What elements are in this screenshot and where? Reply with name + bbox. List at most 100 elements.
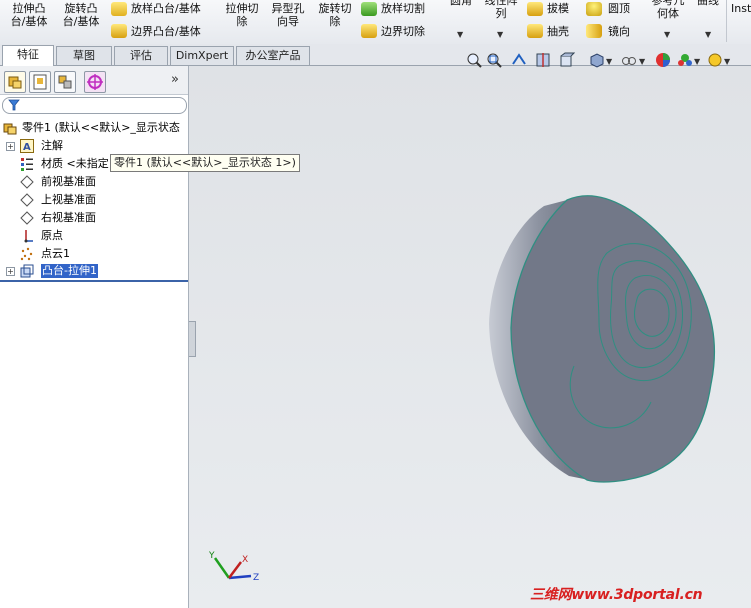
zoom-to-area-icon[interactable]	[486, 52, 502, 68]
panel-tab-bar: »	[0, 66, 188, 95]
tab-dimxpert[interactable]: DimXpert	[170, 46, 234, 65]
expand-boss-extrude-icon[interactable]: +	[6, 267, 15, 276]
fillet-dropdown-icon[interactable]: ▼	[457, 30, 463, 39]
curves-dropdown-icon[interactable]: ▼	[705, 30, 711, 39]
tree-item-boss-extrude[interactable]: + 凸台-拉伸1	[0, 262, 188, 282]
revolve-boss-button[interactable]: 旋转凸 台/基体	[57, 2, 105, 28]
fillet-button[interactable]: 圆角	[446, 0, 476, 7]
view-settings-icon[interactable]	[707, 52, 723, 68]
dimxpert-icon	[87, 74, 103, 90]
boundary-cut-button[interactable]: 边界切除	[381, 25, 425, 38]
loft-cut-icon	[361, 2, 377, 16]
boundary-boss-icon	[111, 24, 127, 38]
extrude-boss-label: 拉伸凸 台/基体	[10, 2, 48, 28]
mirror-label: 镜向	[608, 25, 630, 38]
hole-wizard-button[interactable]: 异型孔 向导	[268, 2, 308, 28]
draft-label: 拔模	[547, 2, 569, 15]
plane-icon	[20, 175, 34, 189]
ribbon-divider	[726, 0, 727, 42]
dome-button[interactable]: 圆顶	[608, 2, 630, 15]
dimxpert-manager-tab[interactable]	[84, 71, 106, 93]
hide-show-items-icon[interactable]	[621, 52, 637, 68]
ref-geometry-label: 参考几 何体	[651, 0, 685, 20]
material-label: 材质 <未指定	[41, 157, 109, 170]
section-view-icon[interactable]	[535, 52, 551, 68]
tooltip: 零件1 (默认<<默认>_显示状态 1>)	[110, 154, 300, 172]
previous-view-icon[interactable]	[511, 52, 527, 68]
origin-label: 原点	[41, 229, 63, 242]
front-plane-label: 前视基准面	[41, 175, 96, 188]
tab-evaluate[interactable]: 评估	[114, 46, 168, 65]
extrude-boss-button[interactable]: 拉伸凸 台/基体	[7, 2, 51, 28]
extrude-feature-icon	[20, 264, 34, 278]
loft-cut-label: 放样切割	[381, 2, 425, 15]
revolve-cut-button[interactable]: 旋转切 除	[313, 2, 357, 28]
draft-icon	[527, 2, 543, 16]
tab-features[interactable]: 特征	[2, 45, 54, 66]
extrude-cut-button[interactable]: 拉伸切 除	[220, 2, 264, 28]
loft-cut-button[interactable]: 放样切割	[381, 2, 425, 15]
graphics-area[interactable]: 零件1 (默认<<默认>_显示状态 1>) ▼ ▼ ▼ ▼ Y Z X	[110, 52, 751, 608]
shell-button[interactable]: 抽壳	[547, 25, 569, 38]
fillet-label: 圆角	[450, 0, 472, 7]
tab-office-products[interactable]: 办公室产品	[236, 46, 310, 65]
revolve-cut-label: 旋转切 除	[318, 2, 352, 28]
draft-button[interactable]: 拔模	[547, 2, 569, 15]
hole-wizard-label: 异型孔 向导	[271, 2, 305, 28]
boundary-cut-label: 边界切除	[381, 25, 425, 38]
property-manager-tab[interactable]	[29, 71, 51, 93]
plane-icon	[20, 211, 34, 225]
pattern-dropdown-icon[interactable]: ▼	[497, 30, 503, 39]
point-cloud-label: 点云1	[41, 247, 70, 260]
filter-icon	[8, 99, 20, 111]
instant3d-label: Inst	[731, 2, 751, 15]
mirror-icon	[586, 24, 602, 38]
svg-text:A: A	[23, 142, 31, 153]
feature-manager-tab[interactable]	[4, 71, 26, 93]
boundary-cut-icon	[361, 24, 377, 38]
watermark: 三维网www.3dportal.cn	[530, 587, 703, 603]
ref-geometry-dropdown-icon[interactable]: ▼	[664, 30, 670, 39]
display-style-dropdown-icon[interactable]: ▼	[606, 57, 612, 66]
shell-label: 抽壳	[547, 25, 569, 38]
revolve-boss-label: 旋转凸 台/基体	[62, 2, 100, 28]
plane-icon	[20, 193, 34, 207]
annotations-label: 注解	[41, 139, 63, 152]
linear-pattern-button[interactable]: 线性阵 列	[481, 0, 521, 20]
reference-geometry-button[interactable]: 参考几 何体	[646, 0, 690, 20]
expand-annotations-icon[interactable]: +	[6, 142, 15, 151]
apply-scene-icon[interactable]	[677, 52, 693, 68]
material-icon	[21, 158, 33, 171]
dome-icon	[586, 2, 602, 16]
tree-filter-input[interactable]	[2, 97, 187, 114]
curves-button[interactable]: 曲线	[694, 0, 722, 7]
configuration-manager-tab[interactable]	[54, 71, 76, 93]
boss-extrude-label: 凸台-拉伸1	[41, 264, 98, 278]
linear-pattern-label: 线性阵 列	[484, 0, 518, 20]
command-manager-ribbon: 拉伸凸 台/基体 旋转凸 台/基体 放样凸台/基体 边界凸台/基体 拉伸切 除 …	[0, 0, 751, 45]
zoom-to-fit-icon[interactable]	[466, 52, 482, 68]
expand-panel-icon[interactable]: »	[171, 72, 179, 87]
edit-appearance-icon[interactable]	[655, 52, 671, 68]
origin-icon	[24, 230, 33, 243]
triad-z-label: Z	[253, 573, 259, 583]
curves-label: 曲线	[697, 0, 719, 7]
dome-label: 圆顶	[608, 2, 630, 15]
view-orientation-icon[interactable]	[559, 52, 575, 68]
hide-show-dropdown-icon[interactable]: ▼	[639, 57, 645, 66]
tab-sketch[interactable]: 草图	[56, 46, 112, 65]
mirror-button[interactable]: 镜向	[608, 25, 630, 38]
instant3d-button[interactable]: Inst	[731, 2, 751, 15]
display-style-icon[interactable]	[589, 52, 605, 68]
boundary-boss-label: 边界凸台/基体	[131, 25, 201, 38]
feature-tree-icon	[8, 76, 22, 89]
triad-y-label: Y	[208, 551, 215, 561]
loft-boss-button[interactable]: 放样凸台/基体	[131, 2, 201, 15]
boundary-boss-button[interactable]: 边界凸台/基体	[131, 25, 201, 38]
scene-dropdown-icon[interactable]: ▼	[694, 57, 700, 66]
annotation-icon: A	[20, 139, 34, 153]
part-model[interactable]	[189, 66, 751, 608]
view-settings-dropdown-icon[interactable]: ▼	[724, 57, 730, 66]
feature-manager-panel: » 零件1 (默认<<默认>_显示状态 + A 注解 材质 <未指定 前视基准面…	[0, 66, 189, 608]
extrude-cut-label: 拉伸切 除	[225, 2, 259, 28]
